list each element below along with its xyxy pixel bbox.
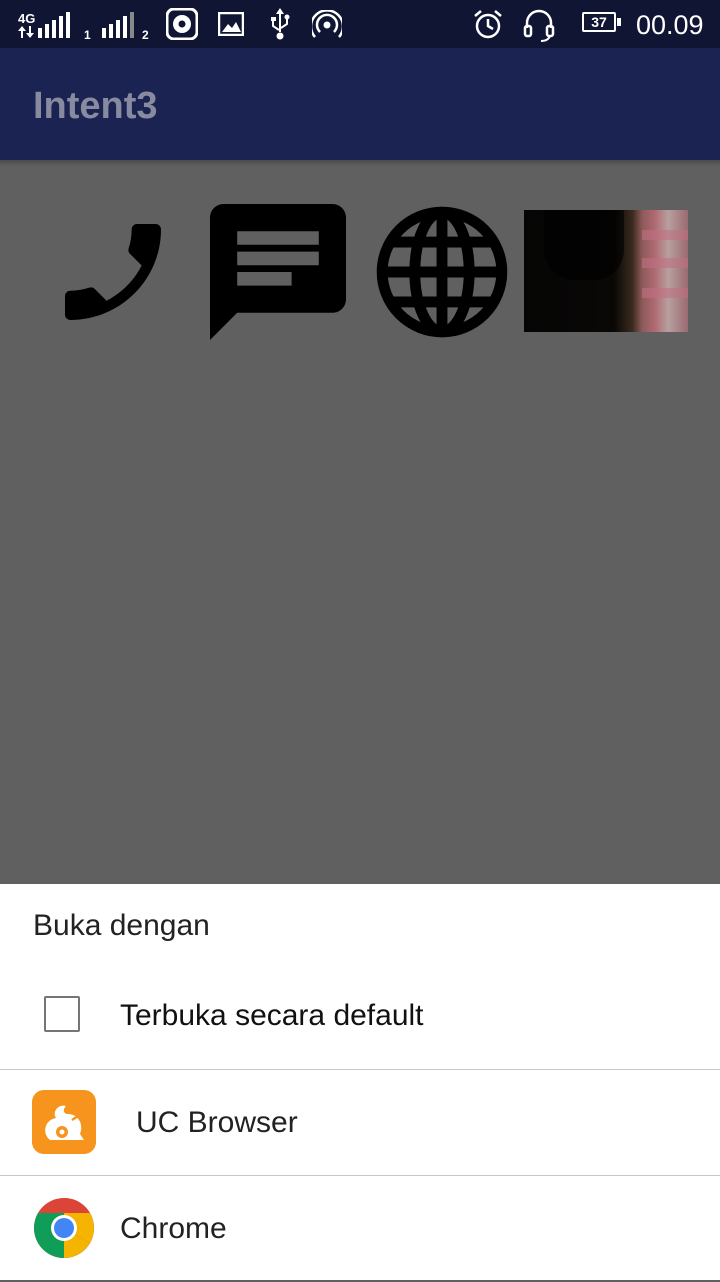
hotspot-icon xyxy=(312,10,342,38)
sim1-label: 1 xyxy=(84,28,91,42)
headset-icon xyxy=(523,9,555,42)
sim2-label: 2 xyxy=(142,28,149,42)
chooser-title: Buka dengan xyxy=(33,909,210,942)
status-bar: 4G 1 2 37 00.09 xyxy=(0,0,720,48)
battery-indicator: 37 xyxy=(582,12,616,32)
photo-stripe xyxy=(642,230,688,240)
uc-browser-icon xyxy=(32,1090,96,1154)
chooser-item-uc-browser[interactable]: UC Browser xyxy=(0,1070,720,1176)
app-name-uc-browser: UC Browser xyxy=(136,1106,298,1139)
app-name-chrome: Chrome xyxy=(120,1212,227,1245)
photo-stripe xyxy=(642,258,688,268)
battery-level: 37 xyxy=(591,14,607,30)
app-bar: Intent3 xyxy=(0,48,720,160)
chrome-icon xyxy=(34,1198,94,1258)
app-bar-shadow xyxy=(0,160,720,166)
status-clock: 00.09 xyxy=(636,10,704,40)
network-label: 4G xyxy=(18,10,36,26)
signal-icon-sim2 xyxy=(102,12,134,38)
battery-tip xyxy=(617,18,621,26)
gallery-icon xyxy=(218,12,244,36)
globe-icon[interactable] xyxy=(374,204,510,340)
app-chooser-sheet: Buka dengan Terbuka secara default UC Br… xyxy=(0,884,720,1280)
signal-icon-sim1 xyxy=(38,12,70,38)
app-title: Intent3 xyxy=(33,85,158,127)
usb-icon xyxy=(271,8,290,40)
data-arrows-icon xyxy=(18,26,34,38)
phone-icon[interactable] xyxy=(46,208,180,336)
alarm-icon xyxy=(474,10,502,39)
always-default-checkbox[interactable] xyxy=(44,996,80,1032)
chooser-item-chrome[interactable]: Chrome xyxy=(0,1176,720,1282)
photo-shade xyxy=(544,210,624,280)
message-icon[interactable] xyxy=(210,204,346,340)
music-app-icon xyxy=(166,8,198,40)
photo-stripe xyxy=(642,288,688,298)
photo-thumbnail[interactable] xyxy=(524,210,688,332)
always-default-label[interactable]: Terbuka secara default xyxy=(120,984,424,1048)
